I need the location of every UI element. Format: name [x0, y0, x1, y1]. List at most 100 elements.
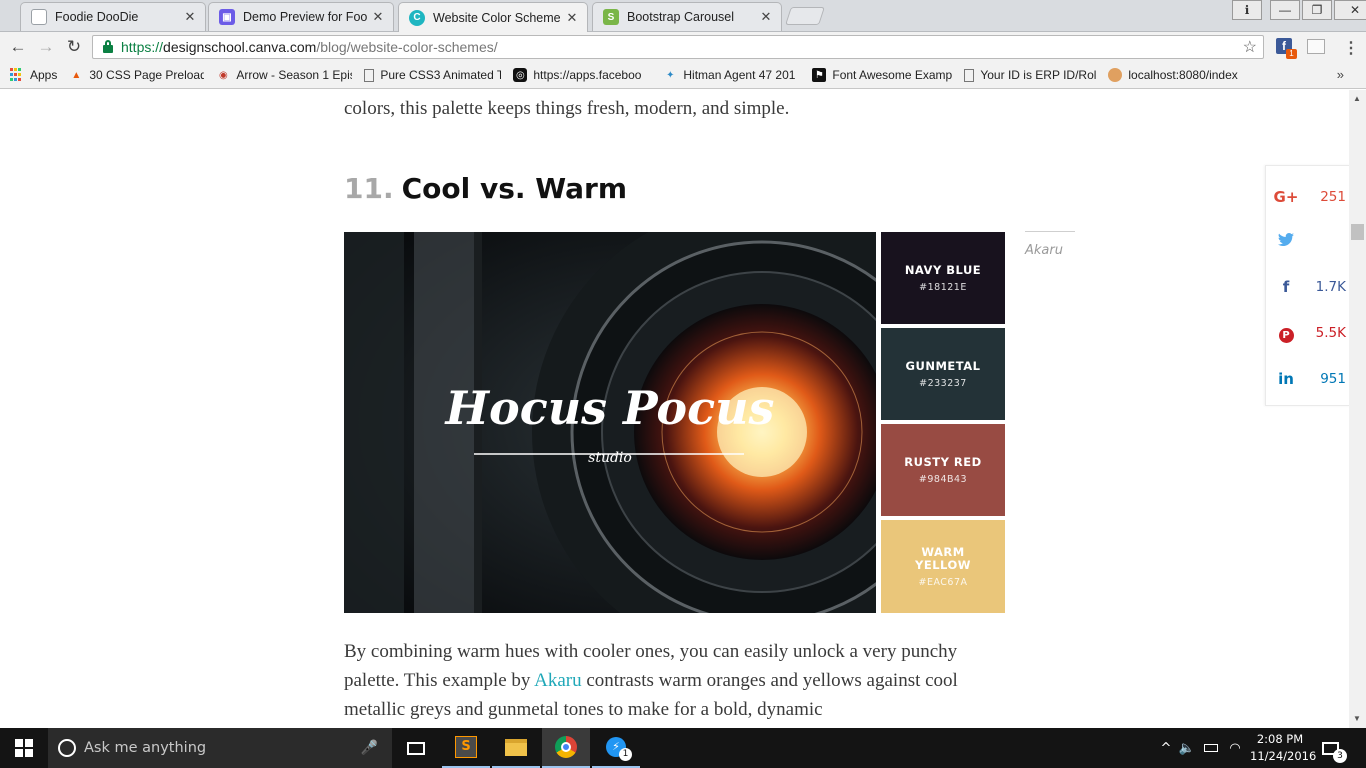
- tv-icon: ◉: [218, 69, 228, 81]
- swatch-hex: #233237: [919, 377, 967, 389]
- scrollbar-thumb[interactable]: [1351, 224, 1364, 240]
- apps-grid-icon: [10, 68, 24, 82]
- url-scheme: https://: [121, 39, 164, 55]
- swatch-hex: #984B43: [918, 473, 968, 485]
- bookmark-hitman[interactable]: ✦ Hitman Agent 47 201: [663, 68, 800, 82]
- share-count: 951: [1320, 371, 1346, 387]
- close-icon[interactable]: ✕: [371, 9, 385, 25]
- cortana-search-box[interactable]: Ask me anything 🎤: [48, 728, 392, 768]
- extension-badge: 1: [1286, 49, 1297, 59]
- tab-demo-preview[interactable]: ▣ Demo Preview for Foodi ✕: [208, 2, 394, 31]
- tab-bootstrap-carousel[interactable]: S Bootstrap Carousel ✕: [592, 2, 782, 31]
- new-tab-button[interactable]: [785, 7, 825, 25]
- reload-icon[interactable]: ↻: [60, 37, 88, 57]
- bookmark-label: Hitman Agent 47 201: [683, 68, 796, 82]
- paragraph-top: colors, this palette keeps things fresh,…: [344, 98, 790, 119]
- bookmark-pure-css3[interactable]: Pure CSS3 Animated T: [364, 68, 501, 82]
- folder-icon: [505, 738, 527, 756]
- page-icon: [31, 9, 47, 25]
- microphone-icon[interactable]: 🎤: [361, 740, 378, 756]
- sublime-text-icon: S: [455, 736, 477, 758]
- close-icon[interactable]: ✕: [183, 9, 197, 25]
- battery-icon[interactable]: [1199, 741, 1223, 756]
- taskbar-file-explorer[interactable]: [492, 728, 540, 768]
- clock-date: 11/24/2016: [1250, 749, 1317, 763]
- url-path: /blog/website-color-schemes/: [316, 39, 498, 55]
- section-heading: 11. Cool vs. Warm: [344, 172, 627, 205]
- bookmark-css-preload[interactable]: ▲ 30 CSS Page Preload: [69, 68, 204, 82]
- swatch-name: GUNMETAL: [905, 358, 981, 373]
- avatar-icon: [1108, 68, 1123, 82]
- task-view-button[interactable]: [392, 728, 440, 768]
- windows-taskbar: Ask me anything 🎤 S ⚡ 1 ^ 🔈 ◠ 2:08 PM 11…: [0, 728, 1366, 768]
- swatch-hex: #18121E: [919, 281, 967, 293]
- profile-icon[interactable]: ℹ: [1232, 0, 1262, 20]
- tab-title: Website Color Schemes: [433, 10, 561, 25]
- taskbar-chrome[interactable]: [542, 728, 590, 768]
- hocus-pocus-logo-text: Hocus Pocus: [444, 381, 775, 435]
- taskbar-messenger[interactable]: ⚡ 1: [592, 728, 640, 768]
- close-icon[interactable]: ✕: [759, 9, 773, 25]
- akaru-link[interactable]: Akaru: [534, 670, 581, 691]
- studio-logo-text: studio: [588, 450, 632, 466]
- share-pinterest[interactable]: P 5.5K: [1266, 318, 1352, 348]
- share-google-plus[interactable]: G+ 251: [1266, 182, 1352, 212]
- page-scrollbar[interactable]: ▲ ▼: [1349, 90, 1366, 728]
- bookmark-apps-facebook[interactable]: ◎ https://apps.faceboo: [513, 68, 651, 82]
- bookmark-font-awesome[interactable]: ⚑ Font Awesome Examp: [812, 68, 952, 82]
- address-bar[interactable]: https:// designschool.canva.com /blog/we…: [92, 35, 1264, 59]
- credit-divider: [1025, 231, 1075, 232]
- section-title: Cool vs. Warm: [401, 172, 628, 205]
- tab-website-color-schemes[interactable]: C Website Color Schemes ✕: [398, 2, 588, 32]
- bookmark-apps[interactable]: Apps: [10, 68, 57, 82]
- start-button[interactable]: [0, 728, 48, 768]
- swatch-gunmetal: GUNMETAL #233237: [881, 328, 1005, 420]
- scroll-down-icon[interactable]: ▼: [1353, 714, 1361, 723]
- taskbar-sublime[interactable]: S: [442, 728, 490, 768]
- system-tray: ^ 🔈 ◠: [1157, 728, 1247, 768]
- page-content: colors, this palette keeps things fresh,…: [0, 90, 1366, 728]
- swatch-name: WARM YELLOW: [915, 544, 971, 572]
- tab-title: Bootstrap Carousel: [627, 10, 735, 24]
- windows-logo-icon: [15, 739, 33, 757]
- search-placeholder: Ask me anything: [84, 740, 207, 756]
- swatch-name: NAVY BLUE: [904, 262, 982, 277]
- canva-icon: C: [409, 9, 425, 26]
- task-view-icon: [407, 741, 425, 755]
- flame-icon: ▲: [71, 69, 82, 81]
- bookmark-star-icon[interactable]: ☆: [1243, 37, 1257, 57]
- chrome-icon: [555, 736, 577, 758]
- bookmark-label: Font Awesome Examp: [832, 68, 953, 82]
- bookmark-arrow[interactable]: ◉ Arrow - Season 1 Epis: [216, 68, 352, 82]
- restore-button[interactable]: ❐: [1302, 0, 1332, 20]
- wifi-icon[interactable]: ◠: [1223, 741, 1247, 756]
- forward-icon[interactable]: →: [32, 37, 60, 57]
- taskbar-clock[interactable]: 2:08 PM 11/24/2016: [1250, 731, 1317, 765]
- close-icon[interactable]: ✕: [565, 10, 579, 26]
- url-host: designschool.canva.com: [163, 39, 317, 55]
- page-icon: [364, 68, 375, 82]
- palette-hero-image: Hocus Pocus studio: [344, 232, 876, 613]
- more-bookmarks-icon[interactable]: »: [1337, 67, 1344, 82]
- bookmark-erp-id[interactable]: Your ID is ERP ID/Roll: [964, 68, 1096, 82]
- tab-foodie-doodie[interactable]: Foodie DooDie ✕: [20, 2, 206, 31]
- close-window-button[interactable]: ✕: [1334, 0, 1366, 20]
- share-twitter[interactable]: [1266, 227, 1352, 257]
- share-facebook[interactable]: f 1.7K: [1266, 272, 1352, 302]
- calendar-extension-icon[interactable]: [1307, 39, 1325, 54]
- scroll-up-icon[interactable]: ▲: [1353, 94, 1361, 103]
- color-palette: NAVY BLUE #18121E GUNMETAL #233237 RUSTY…: [881, 232, 1005, 613]
- back-icon[interactable]: ←: [4, 37, 32, 57]
- show-hidden-icons[interactable]: ^: [1157, 741, 1175, 756]
- bookmark-label: Apps: [30, 68, 58, 82]
- twitter-icon: [1266, 233, 1306, 251]
- logo-icon: ✦: [666, 69, 675, 81]
- volume-icon[interactable]: 🔈: [1175, 741, 1199, 756]
- window-controls: ℹ — ❐ ✕: [1230, 0, 1366, 20]
- bookmark-localhost[interactable]: localhost:8080/index.: [1108, 68, 1238, 82]
- share-linkedin[interactable]: in 951: [1266, 364, 1352, 394]
- clock-time: 2:08 PM: [1256, 732, 1304, 746]
- lock-icon: [103, 40, 113, 53]
- minimize-button[interactable]: —: [1270, 0, 1300, 20]
- chrome-menu-icon[interactable]: ⋮: [1343, 38, 1359, 58]
